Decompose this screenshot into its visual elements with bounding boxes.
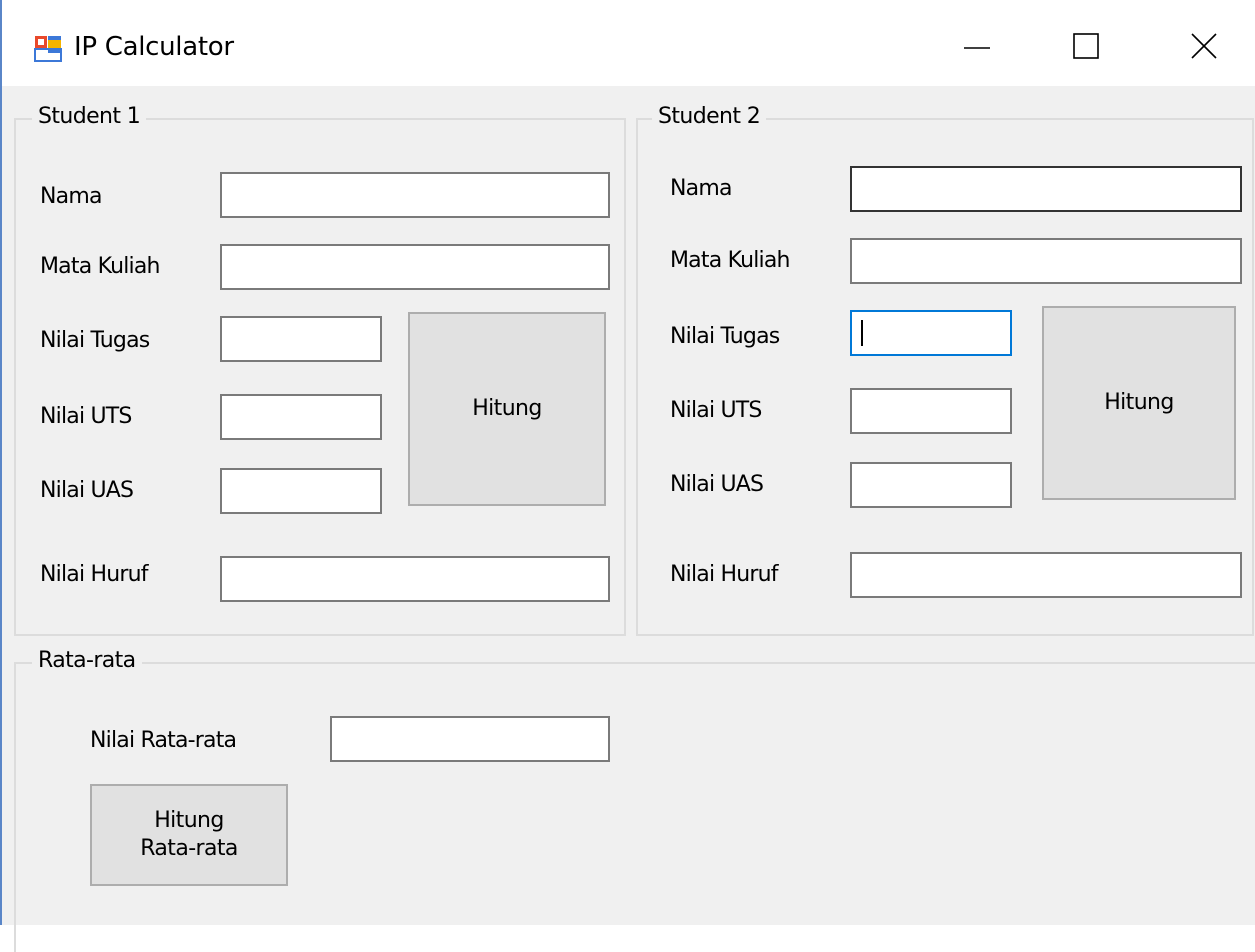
student2-hitung-button[interactable]: Hitung <box>1042 306 1236 500</box>
student1-nilai-tugas-label: Nilai Tugas <box>40 328 150 353</box>
minimize-button[interactable] <box>942 14 1014 78</box>
close-icon <box>1191 33 1217 59</box>
title-bar[interactable]: IP Calculator <box>2 0 1255 86</box>
student1-group-title: Student 1 <box>32 102 147 132</box>
hitung-rata-rata-line2: Rata-rata <box>140 836 238 861</box>
student2-mata-kuliah-label: Mata Kuliah <box>670 248 790 273</box>
student2-nilai-uts-label: Nilai UTS <box>670 398 762 423</box>
student1-nama-input[interactable] <box>220 172 610 218</box>
average-input[interactable] <box>330 716 610 762</box>
maximize-button[interactable] <box>1050 14 1122 78</box>
student2-nilai-huruf-label: Nilai Huruf <box>670 562 779 587</box>
student1-nilai-tugas-input[interactable] <box>220 316 382 362</box>
student1-mata-kuliah-input[interactable] <box>220 244 610 290</box>
student2-nilai-uts-input[interactable] <box>850 388 1012 434</box>
hitung-rata-rata-button[interactable]: Hitung Rata-rata <box>90 784 288 886</box>
student2-nama-label: Nama <box>670 176 732 201</box>
student1-nilai-huruf-input[interactable] <box>220 556 610 602</box>
student2-group-title: Student 2 <box>652 102 767 132</box>
student1-hitung-label: Hitung <box>472 396 542 421</box>
student2-nilai-tugas-input[interactable] <box>850 310 1012 356</box>
text-caret <box>861 320 863 346</box>
hitung-rata-rata-line1: Hitung <box>154 808 224 833</box>
minimize-icon <box>964 47 990 49</box>
student2-group: Student 2 Nama Mata Kuliah Nilai Tugas N… <box>636 102 1254 636</box>
student1-nilai-uas-label: Nilai UAS <box>40 478 134 503</box>
student1-hitung-button[interactable]: Hitung <box>408 312 606 506</box>
student2-nilai-uas-input[interactable] <box>850 462 1012 508</box>
maximize-icon <box>1073 33 1099 59</box>
student1-nama-label: Nama <box>40 184 102 209</box>
app-window-icon <box>34 36 62 62</box>
window-title: IP Calculator <box>74 32 234 62</box>
student1-nilai-huruf-label: Nilai Huruf <box>40 562 149 587</box>
student2-hitung-label: Hitung <box>1104 390 1174 415</box>
student1-mata-kuliah-label: Mata Kuliah <box>40 254 160 279</box>
average-group: Rata-rata Nilai Rata-rata Hitung Rata-ra… <box>14 646 1255 952</box>
student2-nilai-tugas-label: Nilai Tugas <box>670 324 780 349</box>
average-label: Nilai Rata-rata <box>90 728 237 753</box>
close-button[interactable] <box>1168 14 1240 78</box>
average-group-title: Rata-rata <box>32 646 142 676</box>
student2-mata-kuliah-input[interactable] <box>850 238 1242 284</box>
student1-nilai-uas-input[interactable] <box>220 468 382 514</box>
ip-calculator-window: IP Calculator Student 1 Nama Mata Kuliah… <box>0 0 1255 952</box>
student2-nama-input[interactable] <box>850 166 1242 212</box>
student1-nilai-uts-label: Nilai UTS <box>40 404 132 429</box>
student2-nilai-uas-label: Nilai UAS <box>670 472 764 497</box>
student1-group: Student 1 Nama Mata Kuliah Nilai Tugas N… <box>14 102 626 636</box>
student2-nilai-huruf-input[interactable] <box>850 552 1242 598</box>
student1-nilai-uts-input[interactable] <box>220 394 382 440</box>
